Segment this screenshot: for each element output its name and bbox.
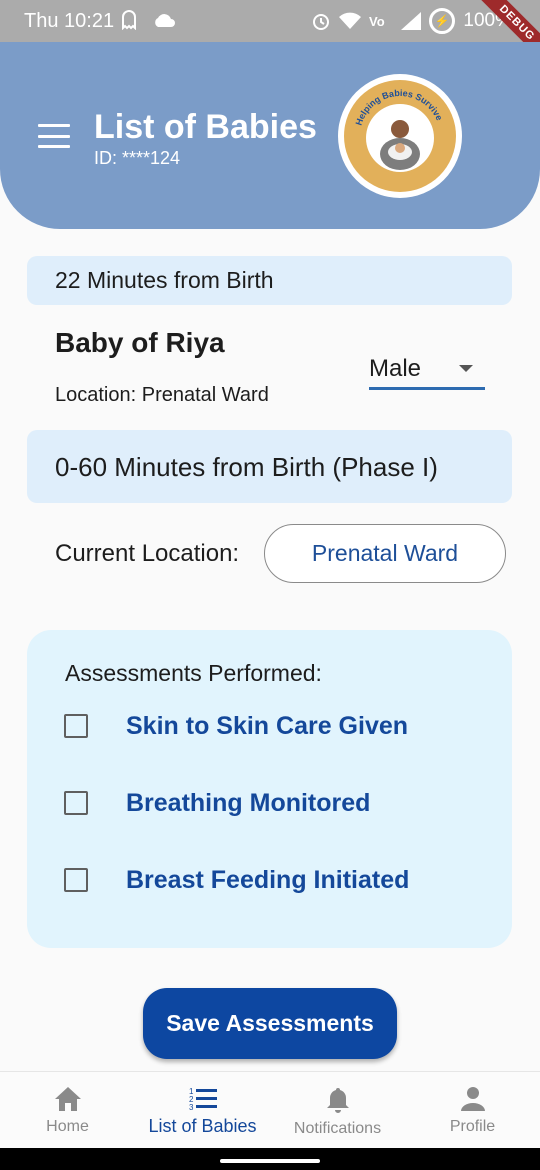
ghost-icon — [122, 10, 136, 30]
assessments-card: Assessments Performed: Skin to Skin Care… — [27, 630, 512, 948]
caret-down-icon — [459, 365, 473, 372]
assessment-label: Skin to Skin Care Given — [126, 711, 409, 740]
checkbox[interactable] — [64, 714, 88, 738]
signal-icon — [401, 12, 422, 30]
svg-text:Vo: Vo — [369, 14, 385, 29]
wifi-icon — [339, 12, 362, 29]
home-indicator[interactable] — [220, 1159, 320, 1163]
user-id: ID: ****124 — [94, 148, 181, 168]
phase-banner: 0-60 Minutes from Birth (Phase I) — [27, 430, 512, 503]
baby-location: Location: Prenatal Ward — [55, 384, 269, 406]
assessment-label: Breathing Monitored — [126, 788, 371, 817]
baby-name: Baby of Riya — [55, 327, 225, 358]
nav-profile[interactable]: Profile — [405, 1072, 540, 1148]
page-title: List of Babies — [94, 108, 317, 146]
assessments-title: Assessments Performed: — [65, 660, 322, 686]
cloud-icon — [155, 14, 175, 27]
alarm-icon — [313, 14, 330, 30]
bell-icon — [326, 1088, 349, 1113]
assessment-label: Breast Feeding Initiated — [126, 865, 410, 894]
current-location-label: Current Location: — [55, 540, 240, 567]
battery-icon: ⚡ — [429, 8, 456, 34]
status-left-icons — [120, 10, 176, 30]
app-header: List of Babies ID: ****124 Helping Babie… — [0, 42, 540, 229]
svg-text:3: 3 — [189, 1103, 194, 1112]
logo-icon: Helping Babies Survive — [340, 76, 460, 196]
assessment-breast-feeding[interactable]: Breast Feeding Initiated — [64, 860, 409, 900]
gender-value: Male — [369, 354, 422, 382]
assessment-skin-to-skin[interactable]: Skin to Skin Care Given — [64, 706, 408, 746]
nav-label: List of Babies — [148, 1116, 257, 1136]
nav-label: Profile — [449, 1118, 496, 1135]
assessment-breathing[interactable]: Breathing Monitored — [64, 783, 370, 823]
nav-label: Notifications — [293, 1120, 382, 1137]
time-from-birth-banner: 22 Minutes from Birth — [27, 256, 512, 305]
volte-icon: Vo — [369, 14, 385, 29]
nav-notifications[interactable]: Notifications — [270, 1072, 405, 1148]
gender-dropdown[interactable]: Male — [369, 350, 485, 390]
nav-home[interactable]: Home — [0, 1072, 135, 1148]
current-location-button[interactable]: Prenatal Ward — [264, 524, 506, 583]
person-icon — [460, 1087, 485, 1111]
nav-label: Home — [46, 1118, 89, 1135]
bottom-navigation: Home 1 2 3 List of Babies Notifications … — [0, 1071, 540, 1148]
checkbox[interactable] — [64, 868, 88, 892]
home-icon — [54, 1087, 81, 1111]
save-assessments-button[interactable]: Save Assessments — [143, 988, 397, 1059]
helping-babies-survive-logo: Helping Babies Survive — [338, 74, 462, 198]
menu-icon[interactable] — [38, 124, 70, 148]
list-icon: 1 2 3 — [189, 1087, 217, 1112]
status-bar: Thu 10:21 Vo ⚡ 100% DEBUG — [0, 0, 540, 69]
checkbox[interactable] — [64, 791, 88, 815]
status-time: Thu 10:21 — [24, 10, 115, 32]
status-right-icons: Vo ⚡ 100% — [311, 8, 512, 34]
nav-list-of-babies[interactable]: 1 2 3 List of Babies — [135, 1072, 270, 1148]
